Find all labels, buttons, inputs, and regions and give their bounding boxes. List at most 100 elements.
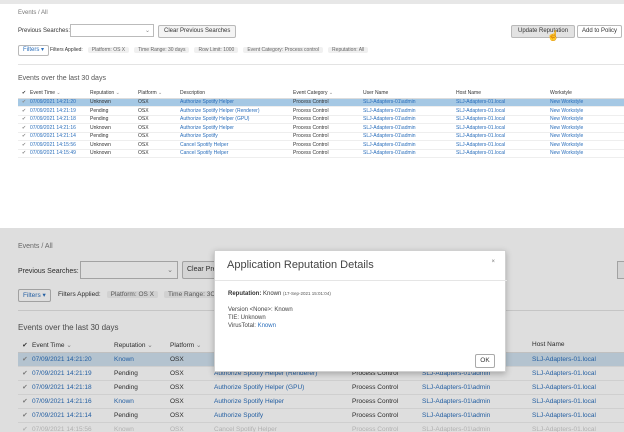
row-check-icon[interactable]: ✔ bbox=[18, 106, 28, 116]
events-table: ✔ Event Time ⌄ Reputation ⌄ Platform ⌄ D… bbox=[18, 89, 624, 158]
filters-applied-label: Filters Applied: bbox=[50, 47, 83, 53]
cell-workstyle[interactable]: New Workstyle bbox=[548, 115, 624, 124]
close-icon[interactable]: × bbox=[491, 259, 495, 265]
filter-chip[interactable]: Row Limit: 1000 bbox=[194, 47, 239, 53]
table-row[interactable]: ✔ 07/09/2021 14:15:56 Unknown OSX Cancel… bbox=[18, 140, 624, 150]
reputation-sources: Version <None>: Known TIE: Unknown Virus… bbox=[228, 306, 293, 330]
update-reputation-button[interactable]: Update Reputation bbox=[511, 25, 576, 38]
cell-user-name[interactable]: SLJ-Adapters-01\admin bbox=[361, 140, 454, 150]
table-row[interactable]: ✔ 07/09/2021 14:15:49 Unknown OSX Cancel… bbox=[18, 149, 624, 158]
cell-platform: OSX bbox=[136, 115, 178, 124]
cell-platform: OSX bbox=[136, 123, 178, 133]
cell-event-time[interactable]: 07/09/2021 14:21:18 bbox=[28, 115, 88, 124]
select-all-check-icon[interactable]: ✔ bbox=[18, 89, 28, 99]
cell-platform: OSX bbox=[136, 140, 178, 150]
previous-searches-label: Previous Searches: bbox=[18, 28, 71, 34]
cell-user-name[interactable]: SLJ-Adapters-01\admin bbox=[361, 115, 454, 124]
cell-workstyle[interactable]: New Workstyle bbox=[548, 98, 624, 107]
virustotal-link[interactable]: Known bbox=[258, 323, 276, 329]
top-bar bbox=[0, 0, 624, 4]
virustotal-line: VirusTotal: Known bbox=[228, 322, 293, 330]
filters-button[interactable]: Filters ▾ bbox=[18, 45, 50, 56]
ok-button[interactable]: OK bbox=[475, 354, 495, 368]
cell-event-category: Process Control bbox=[291, 132, 361, 141]
cell-event-time[interactable]: 07/09/2021 14:21:20 bbox=[28, 98, 88, 107]
cell-description[interactable]: Authorize Spotify bbox=[178, 132, 291, 141]
tie-line: TIE: Unknown bbox=[228, 315, 266, 321]
cell-platform: OSX bbox=[136, 149, 178, 158]
filter-chip[interactable]: Event Category: Process control bbox=[243, 47, 324, 53]
cell-user-name[interactable]: SLJ-Adapters-01\admin bbox=[361, 123, 454, 133]
cell-description[interactable]: Authorize Spotify Helper (Renderer) bbox=[178, 106, 291, 116]
cell-description[interactable]: Authorize Spotify Helper bbox=[178, 98, 291, 107]
cell-reputation: Pending bbox=[88, 106, 136, 116]
table-header-row: ✔ Event Time ⌄ Reputation ⌄ Platform ⌄ D… bbox=[18, 89, 624, 99]
column-header-user-name[interactable]: User Name bbox=[361, 89, 454, 99]
cell-description[interactable]: Cancel Spotify Helper bbox=[178, 149, 291, 158]
column-header-event-category[interactable]: Event Category ⌄ bbox=[291, 89, 361, 99]
cell-description[interactable]: Authorize Spotify Helper (GPU) bbox=[178, 115, 291, 124]
cell-workstyle[interactable]: New Workstyle bbox=[548, 123, 624, 133]
column-header-description[interactable]: Description bbox=[178, 89, 291, 99]
cell-workstyle[interactable]: New Workstyle bbox=[548, 140, 624, 150]
cell-host-name[interactable]: SLJ-Adapters-01.local bbox=[454, 132, 548, 141]
row-check-icon[interactable]: ✔ bbox=[18, 132, 28, 141]
clear-previous-searches-button[interactable]: Clear Previous Searches bbox=[158, 25, 237, 38]
previous-searches-select[interactable]: ⌄ bbox=[70, 24, 154, 37]
filters-applied: Filters Applied: Platform: OS X Time Ran… bbox=[50, 47, 369, 53]
cell-event-time[interactable]: 07/09/2021 14:21:14 bbox=[28, 132, 88, 141]
cell-user-name[interactable]: SLJ-Adapters-01\admin bbox=[361, 132, 454, 141]
cell-user-name[interactable]: SLJ-Adapters-01\admin bbox=[361, 106, 454, 116]
cell-event-time[interactable]: 07/09/2021 14:21:16 bbox=[28, 123, 88, 133]
cell-user-name[interactable]: SLJ-Adapters-01\admin bbox=[361, 149, 454, 158]
cell-event-time[interactable]: 07/09/2021 14:15:56 bbox=[28, 140, 88, 150]
divider bbox=[18, 64, 624, 65]
reputation-summary: Reputation: Known (17-Sep-2021 15:01:04) bbox=[228, 291, 331, 297]
cell-event-time[interactable]: 07/09/2021 14:21:19 bbox=[28, 106, 88, 116]
cell-workstyle[interactable]: New Workstyle bbox=[548, 149, 624, 158]
column-header-reputation[interactable]: Reputation ⌄ bbox=[88, 89, 136, 99]
cell-reputation: Unknown bbox=[88, 98, 136, 107]
cell-host-name[interactable]: SLJ-Adapters-01.local bbox=[454, 149, 548, 158]
cell-reputation: Unknown bbox=[88, 149, 136, 158]
cell-event-category: Process Control bbox=[291, 149, 361, 158]
cell-reputation: Pending bbox=[88, 132, 136, 141]
cell-event-time[interactable]: 07/09/2021 14:15:49 bbox=[28, 149, 88, 158]
events-title: Events over the last 30 days bbox=[18, 75, 106, 82]
filter-chip[interactable]: Reputation: All bbox=[328, 47, 369, 53]
cell-host-name[interactable]: SLJ-Adapters-01.local bbox=[454, 115, 548, 124]
add-to-policy-button[interactable]: Add to Policy bbox=[577, 25, 623, 38]
cell-description[interactable]: Authorize Spotify Helper bbox=[178, 123, 291, 133]
version-line: Version <None>: Known bbox=[228, 307, 293, 313]
column-header-event-time[interactable]: Event Time ⌄ bbox=[28, 89, 88, 99]
row-check-icon[interactable]: ✔ bbox=[18, 98, 28, 107]
cell-host-name[interactable]: SLJ-Adapters-01.local bbox=[454, 106, 548, 116]
cell-host-name[interactable]: SLJ-Adapters-01.local bbox=[454, 98, 548, 107]
row-check-icon[interactable]: ✔ bbox=[18, 140, 28, 150]
row-check-icon[interactable]: ✔ bbox=[18, 115, 28, 124]
table-row[interactable]: ✔ 07/09/2021 14:21:20 Unknown OSX Author… bbox=[18, 98, 624, 107]
reputation-details-dialog: Application Reputation Details × Reputat… bbox=[214, 250, 507, 372]
table-row[interactable]: ✔ 07/09/2021 14:21:14 Pending OSX Author… bbox=[18, 132, 624, 141]
cell-workstyle[interactable]: New Workstyle bbox=[548, 106, 624, 116]
filter-chip[interactable]: Platform: OS X bbox=[87, 47, 130, 53]
pointer-hand-icon: ☝ bbox=[547, 31, 560, 42]
filter-chip[interactable]: Time Range: 30 days bbox=[134, 47, 190, 53]
row-check-icon[interactable]: ✔ bbox=[18, 123, 28, 133]
cell-host-name[interactable]: SLJ-Adapters-01.local bbox=[454, 123, 548, 133]
table-row[interactable]: ✔ 07/09/2021 14:21:18 Pending OSX Author… bbox=[18, 115, 624, 124]
column-header-host-name[interactable]: Host Name bbox=[454, 89, 548, 99]
column-header-workstyle[interactable]: Workstyle bbox=[548, 89, 624, 99]
column-header-platform[interactable]: Platform ⌄ bbox=[136, 89, 178, 99]
cell-platform: OSX bbox=[136, 98, 178, 107]
cell-workstyle[interactable]: New Workstyle bbox=[548, 132, 624, 141]
cell-user-name[interactable]: SLJ-Adapters-01\admin bbox=[361, 98, 454, 107]
divider bbox=[215, 280, 507, 281]
table-row[interactable]: ✔ 07/09/2021 14:21:19 Pending OSX Author… bbox=[18, 106, 624, 116]
cell-host-name[interactable]: SLJ-Adapters-01.local bbox=[454, 140, 548, 150]
breadcrumb[interactable]: Events / All bbox=[18, 10, 48, 16]
virustotal-label: VirusTotal: bbox=[228, 323, 256, 329]
cell-description[interactable]: Cancel Spotify Helper bbox=[178, 140, 291, 150]
row-check-icon[interactable]: ✔ bbox=[18, 149, 28, 158]
table-row[interactable]: ✔ 07/09/2021 14:21:16 Unknown OSX Author… bbox=[18, 123, 624, 133]
